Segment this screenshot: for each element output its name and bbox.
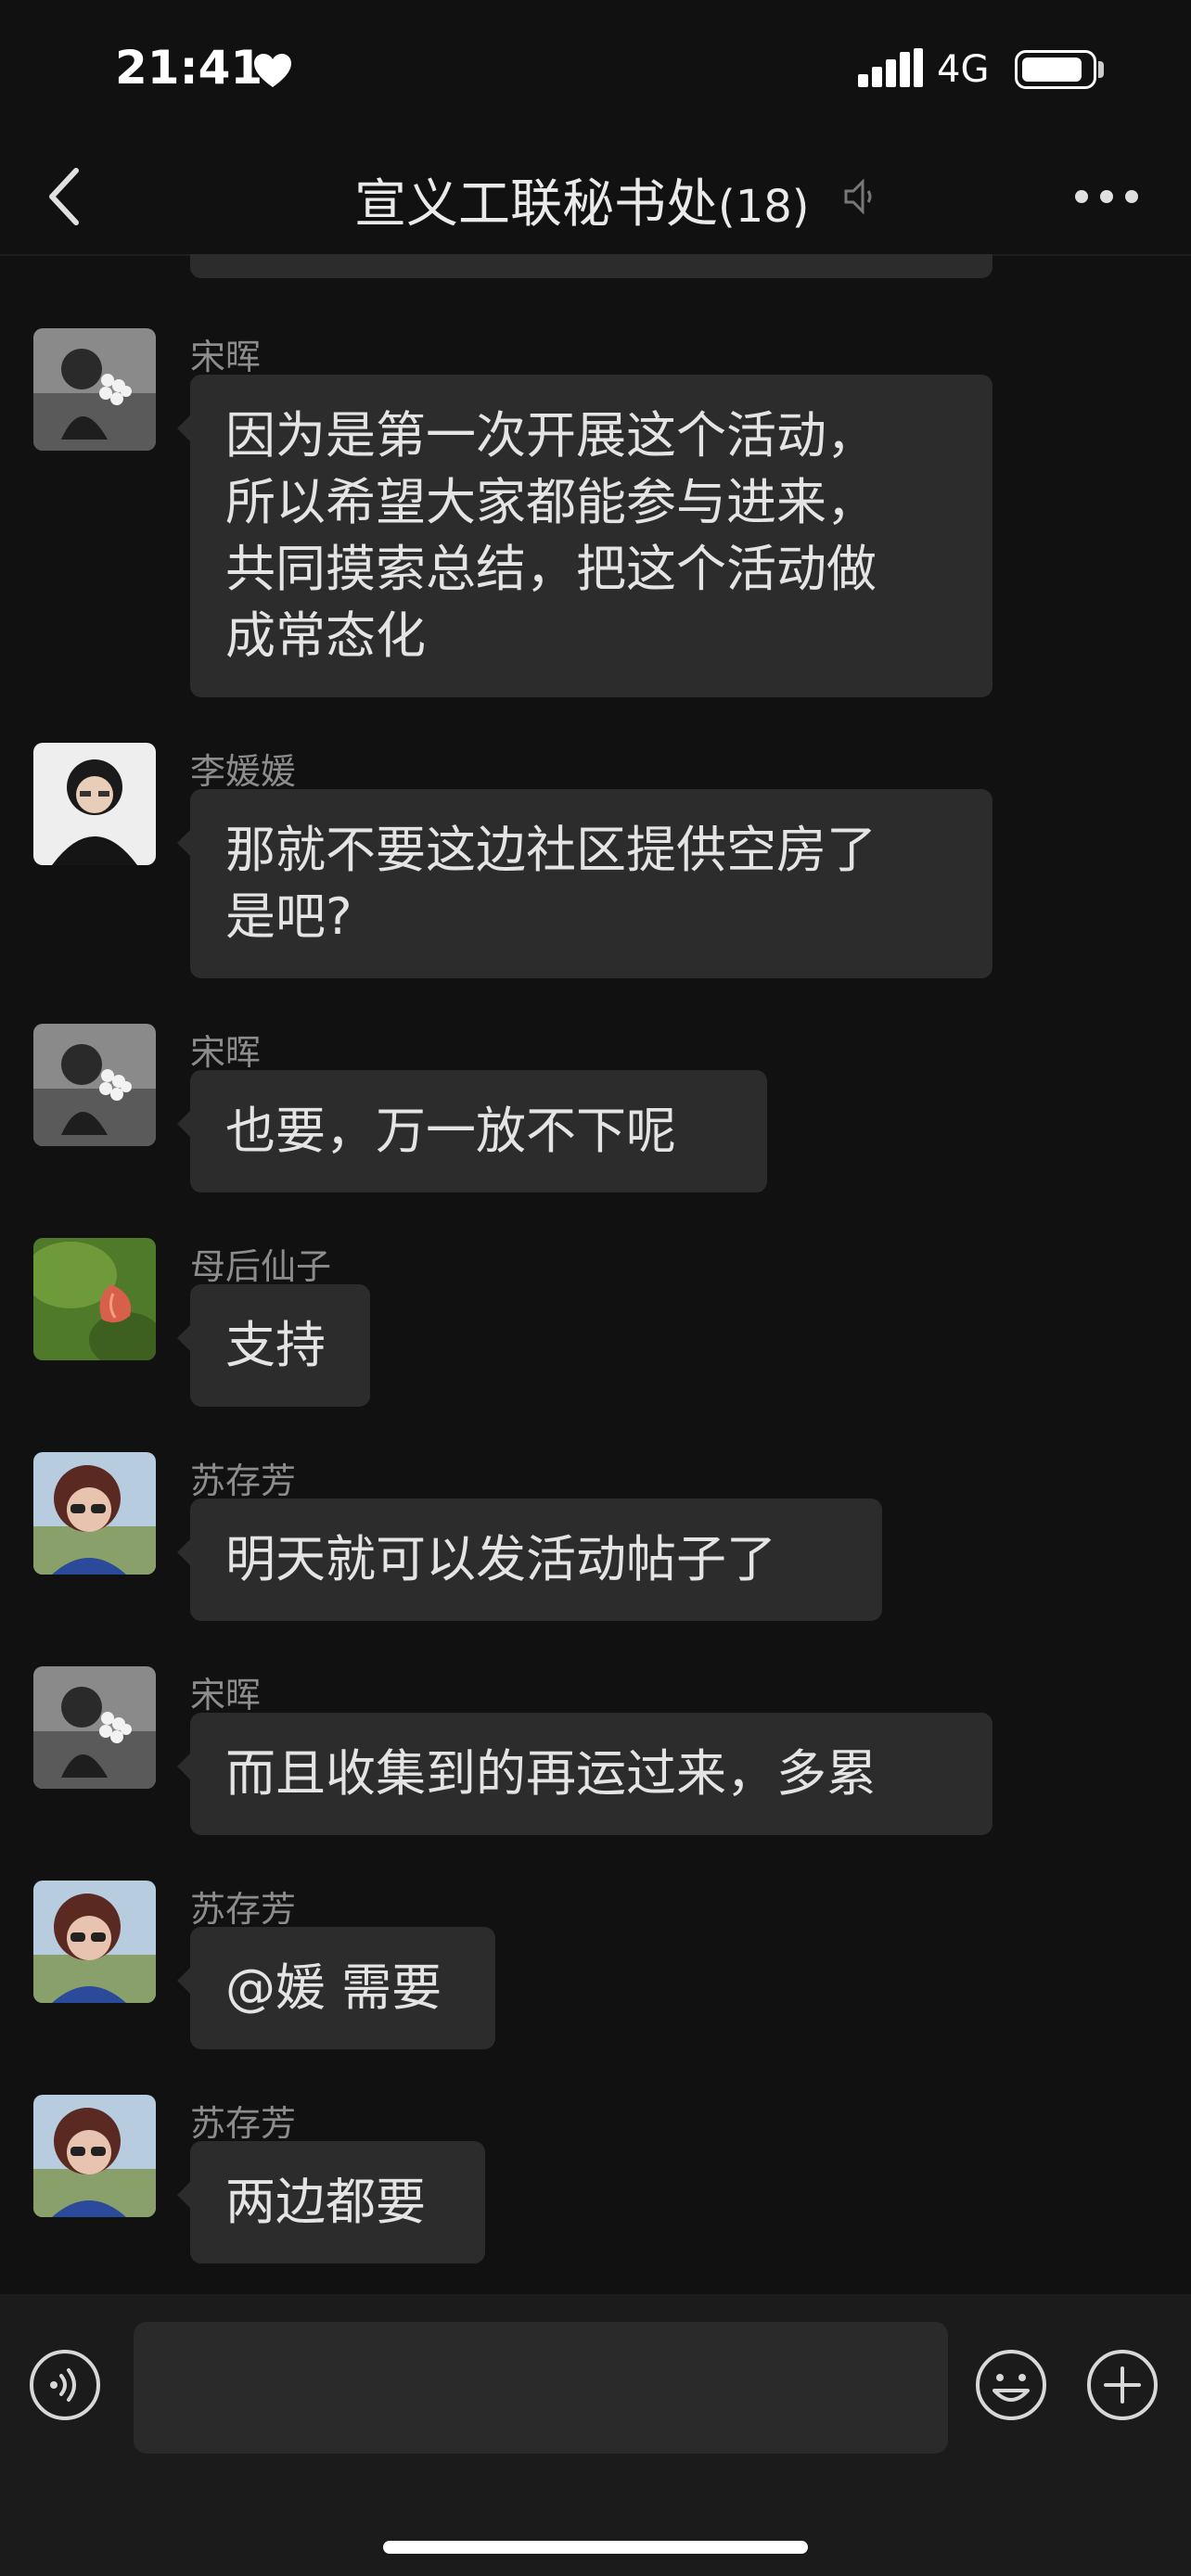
message-line: 成常态化 — [225, 606, 426, 665]
status-time: 21:41 — [115, 41, 263, 95]
message-bubble[interactable]: 两边都要 — [177, 2141, 485, 2264]
message-line: 是吧? — [225, 887, 352, 946]
chevron-left-icon[interactable] — [37, 159, 102, 234]
sender-name: 宋晖 — [190, 1032, 262, 1073]
message-line: 而且收集到的再运过来，多累 — [225, 1744, 877, 1803]
more-dots-icon[interactable] — [1074, 187, 1139, 206]
message-line: 也要，万一放不下呢 — [225, 1102, 676, 1160]
message-list[interactable]: 宋晖 因为是第一次开展这个活动， 所以希望大家都能参与进来， 共同摸索总结，把这… — [0, 254, 1191, 2294]
avatar-woman-sunglasses[interactable] — [33, 1452, 156, 1575]
avatar-woman-sunglasses[interactable] — [33, 1881, 156, 2003]
message-bubble-previous[interactable] — [190, 254, 992, 278]
avatar-girl-with-flowers[interactable] — [33, 1666, 156, 1789]
message-bubble[interactable]: @媛 需要 — [177, 1927, 495, 2049]
voice-icon[interactable] — [28, 2348, 102, 2422]
emoji-icon[interactable] — [974, 2348, 1048, 2422]
plus-icon[interactable] — [1085, 2348, 1159, 2422]
sender-name: 宋晖 — [190, 1675, 262, 1715]
message-line: 因为是第一次开展这个活动， — [225, 406, 877, 465]
group-name: 宣义工联秘书处 — [354, 174, 718, 235]
message-line: 两边都要 — [225, 2173, 426, 2231]
sender-name: 苏存芳 — [190, 1889, 297, 1930]
avatar-girl-with-flowers[interactable] — [33, 1024, 156, 1146]
battery-icon — [1015, 50, 1096, 89]
network-type: 4G — [937, 48, 990, 91]
signal-icon — [858, 48, 923, 87]
avatar-woman-sunglasses[interactable] — [33, 2095, 156, 2217]
message-line: 明天就可以发活动帖子了 — [225, 1530, 776, 1588]
message-line: 那就不要这边社区提供空房了 — [225, 821, 877, 879]
avatar-girl-with-flowers[interactable] — [33, 328, 156, 451]
message-bubble[interactable]: 因为是第一次开展这个活动， 所以希望大家都能参与进来， 共同摸索总结，把这个活动… — [177, 375, 992, 697]
message-bubble[interactable]: 那就不要这边社区提供空房了 是吧? — [177, 789, 992, 978]
avatar-lotus-flower[interactable] — [33, 1238, 156, 1360]
message-line: 共同摸索总结，把这个活动做 — [225, 540, 877, 598]
sender-name: 苏存芳 — [190, 1460, 297, 1501]
message-input[interactable] — [134, 2322, 948, 2454]
heart-icon — [254, 54, 291, 87]
sender-name: 母后仙子 — [190, 1246, 332, 1287]
message-bubble[interactable]: 支持 — [177, 1284, 370, 1407]
message-line: 支持 — [225, 1316, 326, 1374]
message-bubble[interactable]: 也要，万一放不下呢 — [177, 1070, 767, 1192]
message-line: 所以希望大家都能参与进来， — [225, 473, 877, 531]
home-indicator[interactable] — [383, 2541, 808, 2554]
chat-title: 宣义工联秘书处(18) — [354, 162, 810, 237]
input-bar — [0, 2294, 1191, 2576]
avatar-woman-portrait[interactable] — [33, 743, 156, 865]
status-bar: 21:41 4G — [0, 0, 1191, 139]
battery-cap — [1098, 61, 1104, 78]
message-bubble[interactable]: 而且收集到的再运过来，多累 — [177, 1713, 992, 1835]
sender-name: 李媛媛 — [190, 751, 297, 792]
message-bubble[interactable]: 明天就可以发活动帖子了 — [177, 1498, 882, 1621]
mute-icon — [844, 178, 872, 215]
member-count: (18) — [718, 181, 810, 233]
message-line: @媛 需要 — [225, 1958, 442, 2017]
sender-name: 宋晖 — [190, 337, 262, 377]
sender-name: 苏存芳 — [190, 2103, 297, 2144]
chat-header: 宣义工联秘书处(18) — [0, 139, 1191, 256]
